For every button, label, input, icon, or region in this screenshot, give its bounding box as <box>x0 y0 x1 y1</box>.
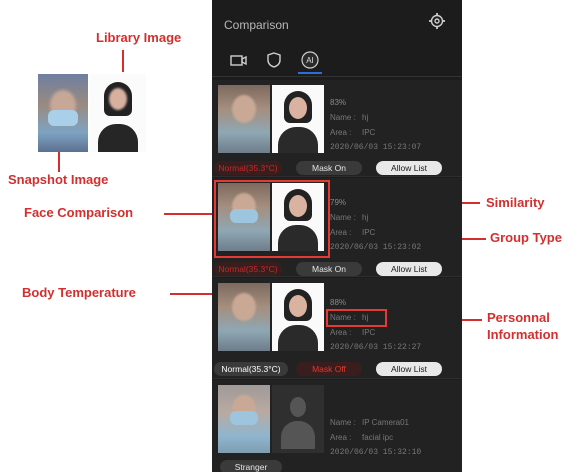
group-type-tag: Stranger <box>220 460 282 472</box>
label-snapshot-image: Snapshot Image <box>8 172 109 187</box>
gear-icon[interactable] <box>428 12 446 30</box>
sample-snapshot-image <box>38 74 88 152</box>
label-library-image: Library Image <box>96 30 182 45</box>
label-group-type: Group Type <box>490 230 562 245</box>
face-mask <box>48 110 78 126</box>
area-value: IPC <box>362 128 376 137</box>
name-value: hj <box>362 213 369 222</box>
timestamp: 2020/06/03 15:22:27 <box>330 343 422 352</box>
similarity-value: 79% <box>330 198 347 207</box>
name-value: IP Camera01 <box>362 418 409 427</box>
label-personnal: Personnal <box>487 310 550 325</box>
area-value: facial ipc <box>362 433 394 442</box>
area-value: IPC <box>362 328 376 337</box>
label-information: Information <box>487 327 559 342</box>
label-face-comparison: Face Comparison <box>24 205 134 220</box>
record-card[interactable]: 83% Name : hj Area : IPC 2020/06/03 15:23:… <box>212 80 462 177</box>
pointer-line <box>122 50 124 72</box>
shield-icon[interactable] <box>262 48 286 72</box>
record-card[interactable]: 88% Name : hj Area : IPC 2020/06/03 15:22:… <box>212 278 462 379</box>
tab-ai[interactable]: AI <box>298 48 322 74</box>
timestamp: 2020/06/03 15:32:10 <box>330 448 422 457</box>
blurred-face <box>109 88 127 110</box>
temperature-tag: Normal(35.3°C) <box>214 262 282 276</box>
ai-icon: AI <box>301 51 319 69</box>
temperature-tag: Normal(35.3°C) <box>214 362 288 376</box>
record-card[interactable]: Name : IP Camera01 Area : facial ipc 2020/… <box>212 380 462 472</box>
timestamp: 2020/06/03 15:23:07 <box>330 143 422 152</box>
video-camera-icon[interactable] <box>226 48 250 72</box>
record-info: 83% Name : hj Area : IPC 2020/06/03 15:23:… <box>330 98 422 152</box>
record-info: Name : IP Camera01 Area : facial ipc 2020/… <box>330 418 422 457</box>
similarity-value: 83% <box>330 98 347 107</box>
library-image <box>272 283 324 351</box>
stranger-placeholder-image <box>272 385 324 453</box>
face-comparison-highlight <box>214 180 330 258</box>
group-type-tag: Allow List <box>376 161 442 175</box>
snapshot-image <box>218 385 270 453</box>
name-value: hj <box>362 113 369 122</box>
label-body-temperature: Body Temperature <box>22 285 136 300</box>
label-similarity: Similarity <box>486 195 545 210</box>
mask-status-tag: Mask On <box>296 161 362 175</box>
sample-library-image <box>90 74 146 152</box>
panel-title: Comparison <box>224 18 289 32</box>
timestamp: 2020/06/03 15:23:02 <box>330 243 422 252</box>
comparison-panel: Comparison AI 83% Name : hj Area: IPC 2… <box>212 0 462 472</box>
record-info: 79% Name : hj Area : IPC 2020/06/03 15:23:… <box>330 198 422 252</box>
library-image <box>272 85 324 153</box>
tab-bar: AI <box>212 44 462 77</box>
mask-status-tag: Mask Off <box>296 362 362 376</box>
personnal-info-highlight <box>326 309 387 327</box>
group-type-tag: Allow List <box>376 262 442 276</box>
group-type-tag: Allow List <box>376 362 442 376</box>
similarity-value: 88% <box>330 298 347 307</box>
snapshot-image <box>218 85 270 153</box>
svg-text:AI: AI <box>306 56 314 65</box>
pointer-line <box>164 213 214 215</box>
area-value: IPC <box>362 228 376 237</box>
snapshot-image <box>218 283 270 351</box>
mask-status-tag: Mask On <box>296 262 362 276</box>
pointer-line <box>58 152 60 172</box>
temperature-tag: Normal(35.3°C) <box>214 161 282 175</box>
